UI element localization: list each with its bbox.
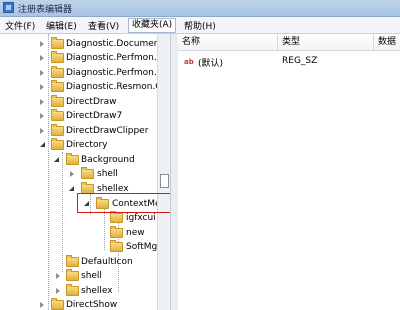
expand-arrow-icon[interactable]: [40, 41, 44, 47]
column-header-name[interactable]: 名称: [178, 34, 278, 50]
tree-item[interactable]: Diagnostic.Resmon.C: [0, 80, 170, 94]
collapse-arrow-icon[interactable]: [69, 186, 74, 191]
tree-item-label: DirectDrawClipper: [66, 126, 149, 136]
tree-item-label: shell: [81, 271, 102, 281]
folder-icon: [51, 37, 64, 49]
tree-item-label: shellex: [81, 286, 113, 296]
menu-help[interactable]: 帮助(H): [181, 19, 219, 32]
expand-arrow-icon[interactable]: [40, 128, 44, 134]
folder-icon: [66, 255, 79, 267]
menu-favorites[interactable]: 收藏夹(A): [128, 18, 177, 33]
tree-item[interactable]: DirectDraw7: [0, 109, 170, 123]
tree-item-label: Directory: [66, 140, 108, 150]
tree-item-label: Diagnostic.Resmon.C: [66, 82, 162, 92]
tree-item-background[interactable]: Background: [0, 153, 170, 167]
expand-arrow-icon[interactable]: [40, 113, 44, 119]
tree-item-label: DefaultIcon: [81, 257, 133, 267]
menu-file[interactable]: 文件(F): [2, 19, 38, 32]
tree-item[interactable]: DirectShow: [0, 298, 170, 310]
tree-item[interactable]: DirectDraw: [0, 95, 170, 109]
folder-open-icon: [51, 138, 64, 150]
tree-item-label: Diagnostic.Document: [66, 39, 164, 49]
tree-item-directory[interactable]: Directory: [0, 138, 170, 152]
expand-arrow-icon[interactable]: [40, 70, 44, 76]
folder-open-icon: [66, 153, 79, 165]
header-divider: [178, 50, 400, 51]
tree-item[interactable]: igfxcui: [0, 211, 170, 225]
folder-icon: [51, 109, 64, 121]
expand-arrow-icon[interactable]: [70, 171, 74, 177]
menu-edit[interactable]: 编辑(E): [43, 19, 80, 32]
menu-bar: 文件(F) 编辑(E) 查看(V) 收藏夹(A) 帮助(H): [0, 17, 400, 34]
tree-item[interactable]: shell: [0, 269, 170, 283]
expand-arrow-icon[interactable]: [56, 273, 60, 279]
expand-arrow-icon[interactable]: [40, 84, 44, 90]
tree-item[interactable]: DirectDrawClipper: [0, 124, 170, 138]
registry-tree: Diagnostic.Document Diagnostic.Perfmon.C…: [0, 34, 170, 310]
folder-icon: [51, 124, 64, 136]
tree-item-label: shell: [97, 169, 118, 179]
folder-icon: [110, 226, 123, 238]
tree-item-label: Diagnostic.Perfmon.C: [66, 68, 164, 78]
highlight-box: [77, 193, 184, 213]
value-type: REG_SZ: [282, 56, 318, 66]
title-bar: 注册表编辑器: [0, 0, 400, 17]
tree-item[interactable]: DefaultIcon: [0, 255, 170, 269]
tree-item[interactable]: Diagnostic.Perfmon.C: [0, 51, 170, 65]
folder-icon: [81, 167, 94, 179]
tree-item-label: SoftMg: [126, 242, 158, 252]
folder-icon: [51, 95, 64, 107]
window-title: 注册表编辑器: [18, 5, 73, 15]
expand-arrow-icon[interactable]: [56, 288, 60, 294]
column-header-type[interactable]: 类型: [278, 34, 374, 50]
tree-item[interactable]: Diagnostic.Perfmon.C: [0, 66, 170, 80]
tree-item-label: igfxcui: [126, 213, 156, 223]
tree-item[interactable]: shellex: [0, 284, 170, 298]
collapse-arrow-icon[interactable]: [40, 142, 45, 147]
tree-item-label: DirectShow: [66, 300, 118, 310]
tree-item-label: Diagnostic.Perfmon.C: [66, 53, 164, 63]
folder-icon: [110, 240, 123, 252]
scrollbar-thumb[interactable]: [160, 174, 169, 188]
folder-icon: [110, 211, 123, 223]
tree-scrollbar[interactable]: [157, 34, 171, 310]
expand-arrow-icon[interactable]: [40, 99, 44, 105]
folder-icon: [66, 269, 79, 281]
expand-arrow-icon[interactable]: [40, 55, 44, 61]
tree-item[interactable]: Diagnostic.Document: [0, 37, 170, 51]
folder-icon: [66, 284, 79, 296]
tree-item-label: new: [126, 228, 145, 238]
folder-icon: [51, 298, 64, 310]
column-header-data[interactable]: 数据: [374, 34, 400, 50]
expand-arrow-icon[interactable]: [40, 302, 44, 308]
regedit-app-icon: [3, 2, 14, 13]
tree-item-label: DirectDraw7: [66, 111, 123, 121]
tree-item[interactable]: new: [0, 226, 170, 240]
tree-item[interactable]: shell: [0, 167, 170, 181]
value-name[interactable]: (默认): [198, 56, 223, 69]
tree-item[interactable]: SoftMg: [0, 240, 170, 254]
menu-view[interactable]: 查看(V): [85, 19, 122, 32]
collapse-arrow-icon[interactable]: [54, 157, 59, 162]
folder-icon: [51, 80, 64, 92]
values-pane: 名称 类型 数据 ab (默认) REG_SZ: [178, 34, 400, 310]
string-value-icon: ab: [184, 58, 194, 66]
tree-item-label: Background: [81, 155, 135, 165]
folder-icon: [51, 51, 64, 63]
folder-icon: [51, 66, 64, 78]
tree-item-label: DirectDraw: [66, 97, 117, 107]
